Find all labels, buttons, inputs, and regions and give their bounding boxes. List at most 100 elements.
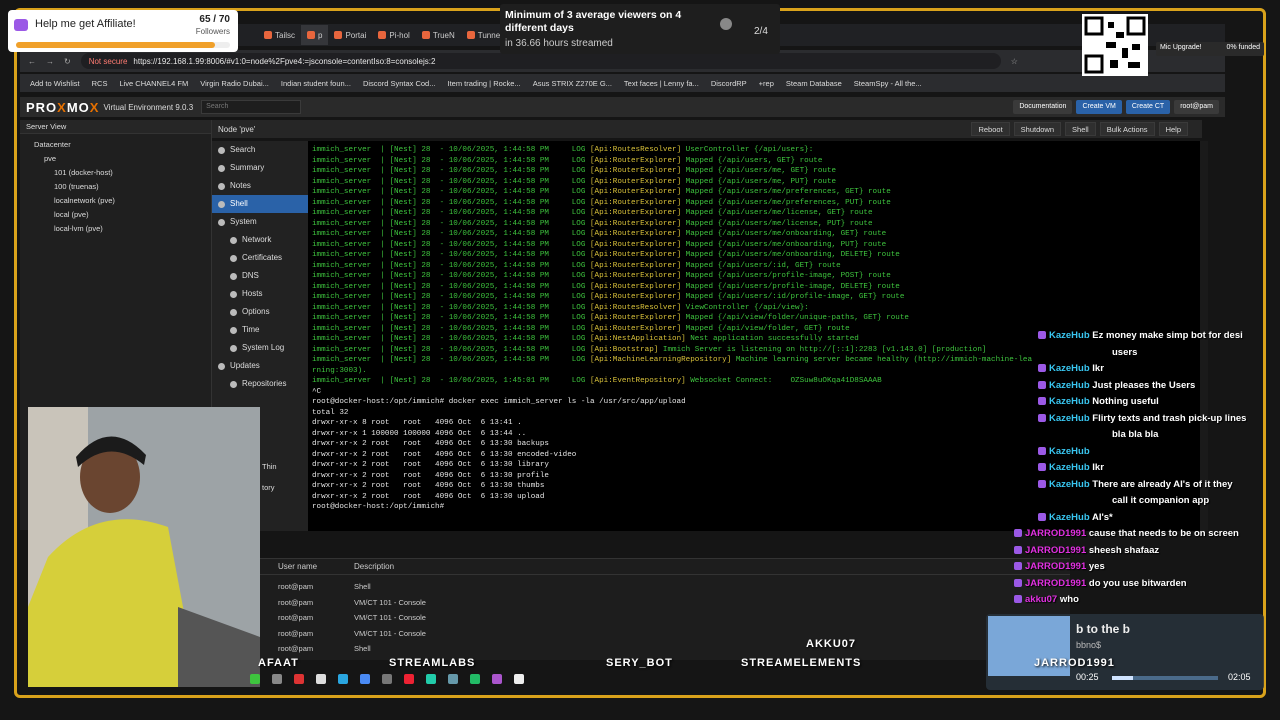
star-icon[interactable]: ☆: [1011, 57, 1018, 66]
task-log-row[interactable]: root@pam Shell: [260, 641, 1070, 657]
app-icon[interactable]: [492, 674, 502, 684]
heart-icon: [14, 19, 28, 31]
log-prefix: immich_server | [Nest] 28 - 10/06/2025, …: [312, 167, 590, 175]
chat-badge-icon: [1038, 397, 1046, 405]
sponsor-5: JARROD1991: [1034, 657, 1115, 669]
col-description[interactable]: Description: [354, 559, 394, 574]
log-description: VM/CT 101 - Console: [354, 597, 426, 607]
chat-username[interactable]: JARROD1991: [1025, 578, 1086, 589]
bookmark-item[interactable]: Virgin Radio Dubai...: [200, 79, 269, 88]
bookmark-item[interactable]: Add to Wishlist: [30, 79, 80, 88]
node-button-help[interactable]: Help: [1158, 122, 1188, 136]
bookmark-item[interactable]: Item trading | Rocke...: [447, 79, 520, 88]
view-selector[interactable]: Server View: [20, 120, 211, 134]
app-icon[interactable]: [470, 674, 480, 684]
bookmark-item[interactable]: Indian student foun...: [281, 79, 351, 88]
subnav-time[interactable]: Time: [212, 321, 308, 339]
subnav-network[interactable]: Network: [212, 231, 308, 249]
bookmark-item[interactable]: Asus STRIX Z270E G...: [533, 79, 612, 88]
bookmark-item[interactable]: Live CHANNEL4 FM: [119, 79, 188, 88]
chat-username[interactable]: KazeHub: [1049, 330, 1090, 341]
chat-username[interactable]: JARROD1991: [1025, 528, 1086, 539]
browser-tab[interactable]: Tailsc: [258, 25, 301, 45]
chat-username[interactable]: KazeHub: [1049, 413, 1090, 424]
edge-icon[interactable]: [338, 674, 348, 684]
tree-item[interactable]: local (pve): [20, 208, 211, 222]
tree-item[interactable]: pve: [20, 152, 211, 166]
user-menu-button[interactable]: root@pam: [1174, 100, 1219, 114]
subnav-label: Updates: [230, 361, 260, 370]
col-user-name[interactable]: User name: [260, 559, 354, 574]
subnav-options[interactable]: Options: [212, 303, 308, 321]
documentation-button[interactable]: Documentation: [1013, 100, 1073, 114]
bookmark-item[interactable]: +rep: [759, 79, 774, 88]
back-icon[interactable]: ←: [28, 57, 36, 66]
subnav-search[interactable]: Search: [212, 141, 308, 159]
subnav-label: DNS: [242, 271, 259, 280]
chat-username[interactable]: KazeHub: [1049, 446, 1090, 457]
subnav-summary[interactable]: Summary: [212, 159, 308, 177]
app-icon[interactable]: [404, 674, 414, 684]
app-icon[interactable]: [272, 674, 282, 684]
app-icon[interactable]: [382, 674, 392, 684]
chat-username[interactable]: KazeHub: [1049, 380, 1090, 391]
subnav-updates[interactable]: Updates: [212, 357, 308, 375]
chat-username[interactable]: KazeHub: [1049, 363, 1090, 374]
browser-tab[interactable]: Pi-hol: [372, 25, 415, 45]
chat-username[interactable]: JARROD1991: [1025, 545, 1086, 556]
log-context: [Api:NestApplication]: [589, 335, 686, 343]
subnav-hosts[interactable]: Hosts: [212, 285, 308, 303]
subnav-dns[interactable]: DNS: [212, 267, 308, 285]
app-icon[interactable]: [426, 674, 436, 684]
file-icon[interactable]: [316, 674, 326, 684]
bookmark-item[interactable]: Discord Syntax Cod...: [363, 79, 436, 88]
create-ct-button[interactable]: Create CT: [1125, 100, 1171, 114]
node-button-shutdown[interactable]: Shutdown: [1013, 122, 1062, 136]
pdf-icon[interactable]: [294, 674, 304, 684]
subnav-shell[interactable]: Shell: [212, 195, 308, 213]
app-icon[interactable]: [514, 674, 524, 684]
tree-item[interactable]: localnetwork (pve): [20, 194, 211, 208]
bookmark-item[interactable]: SteamSpy - All the...: [854, 79, 922, 88]
subnav-notes[interactable]: Notes: [212, 177, 308, 195]
bookmark-item[interactable]: RCS: [92, 79, 108, 88]
subnav-certificates[interactable]: Certificates: [212, 249, 308, 267]
chat-username[interactable]: KazeHub: [1049, 462, 1090, 473]
chrome-icon[interactable]: [360, 674, 370, 684]
tree-item[interactable]: 101 (docker-host): [20, 166, 211, 180]
chat-username[interactable]: JARROD1991: [1025, 561, 1086, 572]
tree-item[interactable]: 100 (truenas): [20, 180, 211, 194]
task-log-row[interactable]: root@pam VM/CT 101 - Console: [260, 595, 1070, 611]
browser-tab[interactable]: Portai: [328, 25, 372, 45]
bookmark-item[interactable]: DiscordRP: [711, 79, 747, 88]
chat-username[interactable]: KazeHub: [1049, 396, 1090, 407]
chat-username[interactable]: akku07: [1025, 594, 1057, 605]
task-log-row[interactable]: root@pam VM/CT 101 - Console: [260, 610, 1070, 626]
subnav-system[interactable]: System: [212, 213, 308, 231]
chat-username[interactable]: KazeHub: [1049, 479, 1090, 490]
task-log-row[interactable]: root@pam VM/CT 101 - Console: [260, 626, 1070, 642]
node-button-reboot[interactable]: Reboot: [971, 122, 1010, 136]
tree-item[interactable]: local-lvm (pve): [20, 222, 211, 236]
app-icon[interactable]: [448, 674, 458, 684]
node-button-bulk-actions[interactable]: Bulk Actions: [1099, 122, 1155, 136]
reload-icon[interactable]: ↻: [64, 57, 71, 66]
url-field[interactable]: Not secure https://192.168.1.99:8006/#v1…: [80, 53, 1001, 69]
pve-search-input[interactable]: Search: [201, 100, 302, 114]
task-log-row[interactable]: root@pam Shell: [260, 579, 1070, 595]
subnav-system-log[interactable]: System Log: [212, 339, 308, 357]
bookmark-item[interactable]: Text faces | Lenny fa...: [624, 79, 699, 88]
log-context: [Api:MachineLearningRepository]: [589, 356, 732, 364]
subnav-repositories[interactable]: Repositories: [212, 375, 308, 393]
create-vm-button[interactable]: Create VM: [1076, 100, 1122, 114]
forward-icon[interactable]: →: [46, 57, 54, 66]
browser-tab[interactable]: TrueN: [416, 25, 461, 45]
browser-tab[interactable]: p: [301, 25, 329, 45]
play-icon[interactable]: [250, 674, 260, 684]
tree-item[interactable]: Datacenter: [20, 138, 211, 152]
not-secure-badge[interactable]: Not secure: [89, 57, 128, 66]
log-context: [Api:RouterExplorer]: [589, 219, 682, 228]
node-button-shell[interactable]: Shell: [1065, 122, 1096, 136]
bookmark-item[interactable]: Steam Database: [786, 79, 842, 88]
chat-username[interactable]: KazeHub: [1049, 512, 1090, 523]
